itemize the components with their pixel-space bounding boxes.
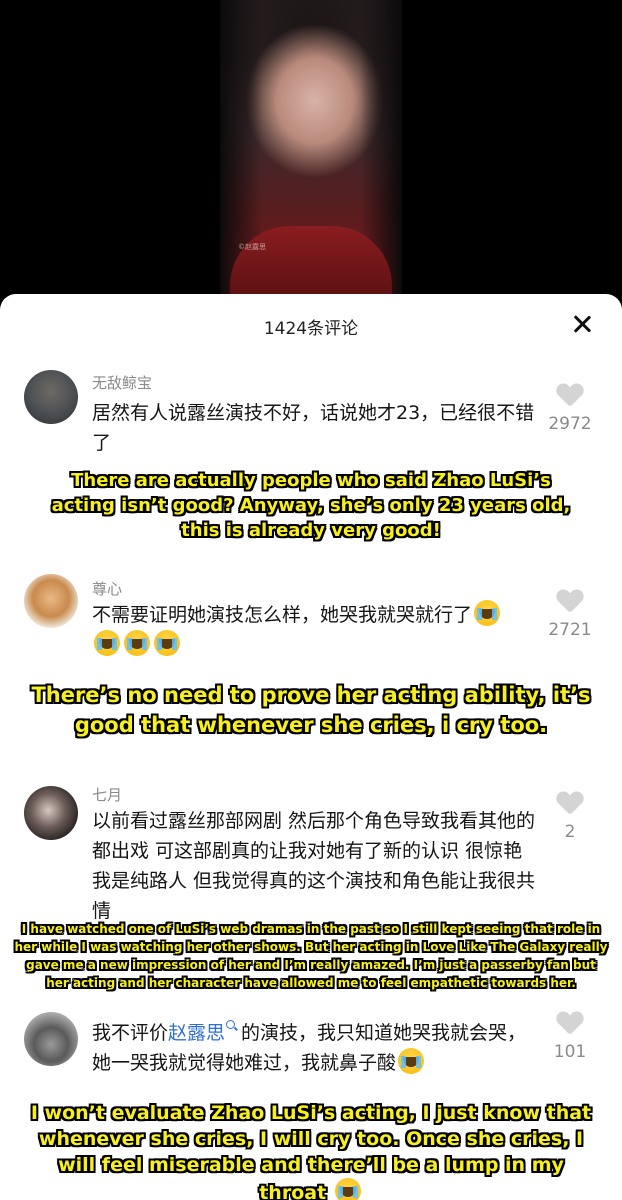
comment-username[interactable]: 尊心: [92, 578, 122, 599]
crying-emoji-icon: [474, 600, 501, 626]
like-button[interactable]: 2721: [534, 590, 606, 640]
comment-username[interactable]: 无敌鲸宝: [92, 372, 152, 393]
sheet-header: 1424条评论: [0, 294, 622, 358]
comment-count-title: 1424条评论: [263, 319, 359, 339]
like-count: 101: [553, 1042, 587, 1062]
avatar[interactable]: [24, 1012, 78, 1066]
comment-text-before: 我不评价: [92, 1022, 169, 1044]
heart-icon[interactable]: [557, 590, 583, 614]
translation-caption: There’s no need to prove her acting abil…: [31, 683, 591, 737]
crying-emoji-icon: [398, 1048, 425, 1074]
comment-username[interactable]: 七月: [92, 784, 122, 805]
crying-emoji-icon: [154, 630, 180, 656]
close-icon[interactable]: [570, 312, 594, 336]
translation-caption: I have watched one of LuSi’s web dramas …: [14, 922, 608, 990]
crying-emoji-icon: [124, 630, 150, 656]
avatar[interactable]: [24, 786, 78, 840]
comments-sheet: 1424条评论 无敌鲸宝 居然有人说露丝演技不好，话说她才23，已经很不错了 2…: [0, 294, 622, 1200]
comment-text-body: 不需要证明她演技怎么样，她哭我就哭就行了: [92, 604, 473, 626]
video-watermark: ©赵露思: [238, 243, 266, 251]
comment-text: 居然有人说露丝演技不好，话说她才23，已经很不错了: [92, 402, 535, 454]
like-count: 2972: [548, 414, 592, 434]
translation-caption: There are actually people who said Zhao …: [51, 470, 571, 541]
like-button[interactable]: 2972: [534, 384, 606, 434]
heart-icon[interactable]: [557, 1012, 583, 1036]
avatar[interactable]: [24, 370, 78, 424]
translation-caption: I won’t evaluate Zhao LuSi’s acting, I j…: [0, 1100, 622, 1200]
like-count: 2721: [548, 620, 592, 640]
like-count: 2: [564, 822, 576, 842]
comment-text: 不需要证明她演技怎么样，她哭我就哭就行了: [92, 600, 542, 660]
comment-text: 我不评价赵露思 的演技，我只知道她哭我就会哭，她一哭我就觉得她难过，我就鼻子酸: [92, 1018, 542, 1078]
video-frame[interactable]: ©赵露思: [220, 0, 402, 296]
crying-emoji-icon: [94, 630, 120, 656]
search-icon[interactable]: [226, 1020, 236, 1029]
translation-caption-text: I won’t evaluate Zhao LuSi’s acting, I j…: [30, 1102, 592, 1200]
video-player[interactable]: ©赵露思: [0, 0, 622, 310]
heart-icon[interactable]: [557, 384, 583, 408]
comment-text: 以前看过露丝那部网剧 然后那个角色导致我看其他的都出戏 可这部剧真的让我对她有了…: [92, 810, 536, 922]
mention-link[interactable]: 赵露思: [168, 1022, 225, 1044]
crying-emoji-icon: [334, 1178, 361, 1200]
like-button[interactable]: 101: [534, 1012, 606, 1062]
like-button[interactable]: 2: [534, 792, 606, 842]
heart-icon[interactable]: [557, 792, 583, 816]
avatar[interactable]: [24, 574, 78, 628]
